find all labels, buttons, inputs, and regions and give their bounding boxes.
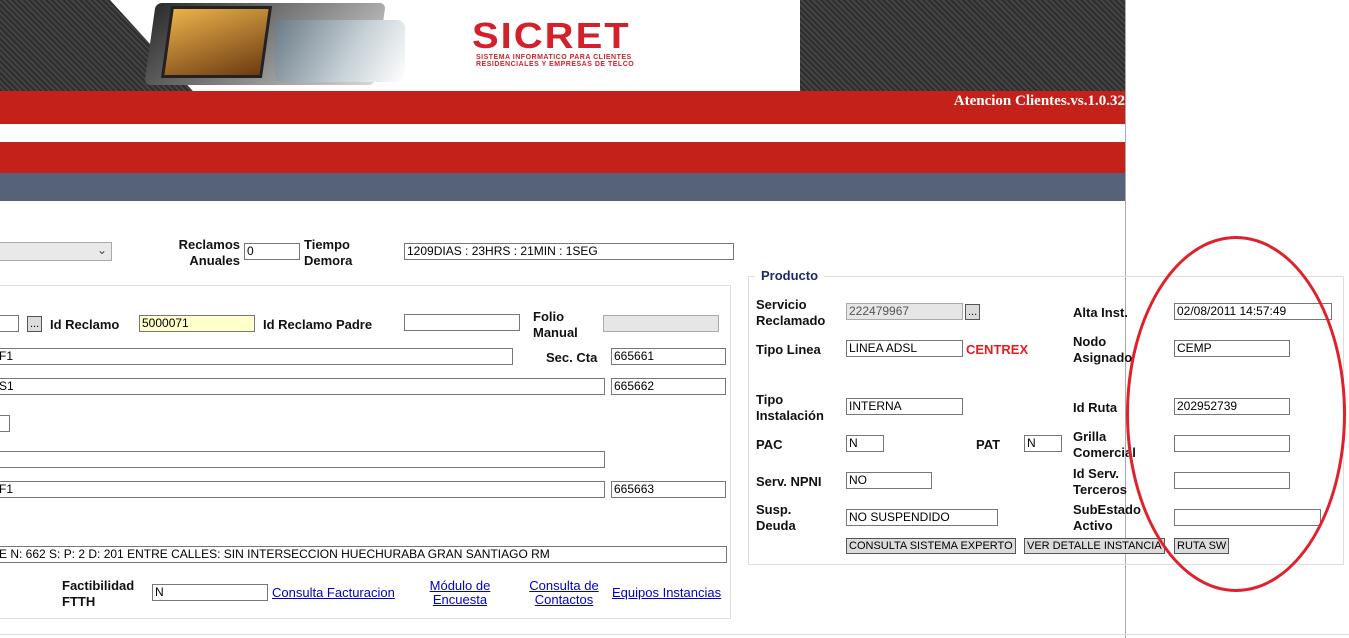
annotation-ellipse [1126,236,1346,592]
subestado-activo-label: SubEstado Activo [1073,502,1141,533]
red-menu-bar [0,142,1126,173]
row4-field[interactable]: F1 [0,481,605,498]
sec-cta-field[interactable]: 665661 [611,348,726,365]
pat-label: PAT [976,437,1001,452]
susp-deuda-field[interactable]: NO SUSPENDIDO [846,509,998,526]
row3-field[interactable] [0,415,10,432]
row4-right-field[interactable]: 665663 [611,481,726,498]
row1-field[interactable]: F1 [0,348,513,365]
sicret-logo: SICRET [472,16,631,56]
serv-npni-field[interactable]: NO [846,472,932,489]
servicio-dots-button[interactable]: ... [965,304,981,320]
nav-bar [0,173,1126,201]
consulta-facturacion-link[interactable]: Consulta Facturacion [272,586,395,600]
servicio-reclamado-field[interactable]: 222479967 [846,303,963,320]
address-field[interactable]: E N: 662 S: P: 2 D: 201 ENTRE CALLES: SI… [0,546,727,563]
pac-field[interactable]: N [846,435,884,452]
id-ruta-label: Id Ruta [1073,400,1118,415]
serv-npni-label: Serv. NPNI [756,474,822,489]
factibilidad-ftth-field[interactable]: N [152,584,268,601]
tipo-instalacion-field[interactable]: INTERNA [846,398,963,415]
consulta-sistema-experto-button[interactable]: CONSULTA SISTEMA EXPERTO [846,538,1016,554]
modulo-encuesta-link[interactable]: Módulo de Encuesta [420,579,500,607]
row2-field[interactable]: S1 [0,378,605,395]
id-reclamo-label: Id Reclamo [50,317,120,332]
tipo-linea-field[interactable]: LINEA ADSL [846,340,963,357]
producto-title: Producto [755,268,825,283]
reclamos-anuales-label: Reclamos Anuales [178,237,240,268]
chevron-down-icon: ⌄ [96,243,107,257]
keyboard-image [275,20,405,82]
id-serv-terceros-label: Id Serv. Terceros [1073,466,1127,497]
folio-manual-label: Folio Manual [533,309,578,340]
pac-label: PAC [756,437,783,452]
pat-field[interactable]: N [1024,435,1062,452]
cliente-field[interactable] [0,315,19,332]
sec-cta-label: Sec. Cta [546,350,598,365]
alta-inst-label: Alta Inst. [1073,305,1128,320]
tiempo-demora-field[interactable]: 1209DIAS : 23HRS : 21MIN : 1SEG [404,243,734,260]
row3b-field[interactable] [0,451,605,468]
app-version: Atencion Clientes.vs.1.0.32 [953,93,1125,109]
equipos-instancias-link[interactable]: Equipos Instancias [612,586,721,600]
reclamos-anuales-field[interactable]: 0 [244,243,300,260]
nodo-asignado-label: Nodo Asignado [1073,334,1133,365]
ver-detalle-instancia-button[interactable]: VER DETALLE INSTANCIA [1024,538,1165,554]
id-reclamo-padre-field[interactable] [404,314,520,331]
factibilidad-ftth-label: Factibilidad FTTH [62,578,135,609]
id-reclamo-field[interactable]: 5000071 [139,315,255,332]
logo-subtitle: SISTEMA INFORMATICO PARA CLIENTES [476,54,632,61]
id-reclamo-padre-label: Id Reclamo Padre [263,317,373,332]
tipo-linea-label: Tipo Linea [756,342,821,357]
logo-subtitle: RESIDENCIALES Y EMPRESAS DE TELCO [476,61,635,68]
folio-manual-field[interactable] [603,315,719,332]
tiempo-demora-label: Tiempo Demora [304,237,353,268]
row2-right-field[interactable]: 665662 [611,378,726,395]
bottom-divider [0,634,1349,635]
search-dots-button[interactable]: ... [27,316,43,332]
susp-deuda-label: Susp. Deuda [756,502,796,533]
laptop-screen-image [160,6,273,78]
select-dropdown[interactable]: ⌄ [0,242,112,261]
tipo-instalacion-label: Tipo Instalación [756,392,824,423]
centrex-label: CENTREX [966,342,1029,357]
consulta-contactos-link[interactable]: Consulta de Contactos [523,579,605,607]
servicio-reclamado-label: Servicio Reclamado [756,297,826,328]
